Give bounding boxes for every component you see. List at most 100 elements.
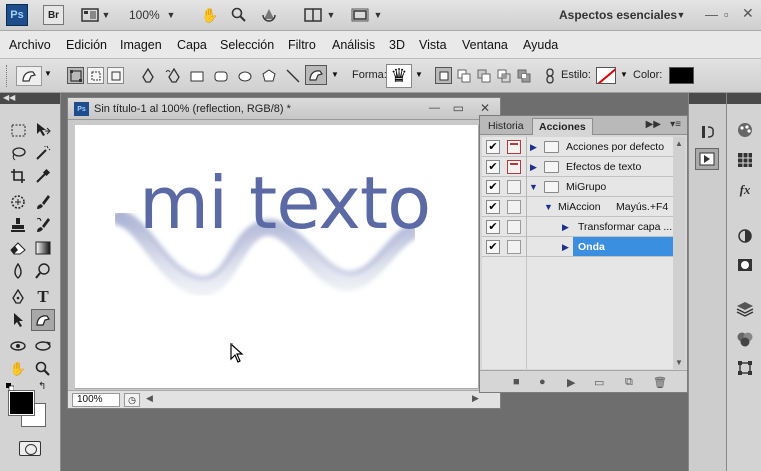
maximize-icon[interactable]: ▫ xyxy=(724,7,729,22)
menu-3d[interactable]: 3D xyxy=(389,38,405,52)
panel-collapse-icon[interactable]: ▶▶ xyxy=(646,119,661,130)
scroll-right-icon[interactable]: ▶ xyxy=(472,393,479,404)
document-tab[interactable]: Ps Sin título-1 al 100% (reflection, RGB… xyxy=(68,98,500,120)
row-checkbox[interactable]: ✔ xyxy=(486,140,500,154)
new-action-icon[interactable]: ⧉ xyxy=(625,376,633,389)
history-brush-icon[interactable] xyxy=(32,215,54,235)
color-swatch[interactable] xyxy=(669,67,694,84)
brush-icon[interactable] xyxy=(32,192,54,212)
play-icon[interactable]: ▶ xyxy=(567,376,575,389)
zoom-tool-icon[interactable] xyxy=(32,359,54,379)
collapse-triangle-icon[interactable]: ▼ xyxy=(544,202,553,212)
panel-menu-icon[interactable]: ▾≡ xyxy=(670,119,681,130)
row-checkbox[interactable]: ✔ xyxy=(486,160,500,174)
masks-panel-icon[interactable] xyxy=(733,254,757,276)
bridge-button[interactable]: Br xyxy=(43,5,64,25)
color-panel-icon[interactable] xyxy=(733,119,757,141)
screen-mode-icon[interactable] xyxy=(350,6,370,24)
tool-preset-picker-icon[interactable] xyxy=(16,66,42,86)
canvas-text[interactable]: mi texto xyxy=(139,167,431,239)
action-set-row[interactable]: ✔ ▶ Acciones por defecto xyxy=(482,137,673,157)
custom-shape-tool-icon[interactable] xyxy=(31,309,55,331)
add-to-shape-icon[interactable] xyxy=(455,67,472,84)
hand-tool-icon[interactable]: ✋ xyxy=(7,359,29,379)
styles-panel-icon[interactable]: fx xyxy=(733,179,757,201)
expand-triangle-icon[interactable]: ▶ xyxy=(530,142,537,153)
action-set-row[interactable]: ✔ ▼ MiGrupo xyxy=(482,177,673,197)
rounded-rectangle-icon[interactable] xyxy=(212,67,229,84)
minimize-icon[interactable]: — xyxy=(705,7,718,22)
custom-shape-icon[interactable] xyxy=(305,65,327,85)
pen-tool-icon[interactable] xyxy=(139,67,156,84)
style-picker[interactable] xyxy=(596,67,616,84)
row-checkbox[interactable]: ✔ xyxy=(486,180,500,194)
link-icon[interactable] xyxy=(541,67,558,84)
type-tool-icon[interactable]: T xyxy=(32,287,54,307)
shape-layers-button[interactable] xyxy=(67,67,84,84)
lasso-icon[interactable] xyxy=(7,143,29,163)
3d-rotate-icon[interactable] xyxy=(7,336,29,356)
collapse-panel-icon[interactable]: ◀◀ xyxy=(3,93,15,102)
default-colors-icon[interactable] xyxy=(6,382,15,392)
dock-header[interactable] xyxy=(727,93,761,104)
close-icon[interactable]: ✕ xyxy=(742,5,754,22)
action-set-row[interactable]: ✔ ▶ Efectos de texto xyxy=(482,157,673,177)
hand-icon[interactable]: ✋ xyxy=(200,6,220,24)
spot-healing-icon[interactable] xyxy=(7,192,29,212)
action-step-row[interactable]: ✔ ▶ Onda xyxy=(482,237,673,257)
dock-header[interactable] xyxy=(689,93,726,104)
workspace-chevron-icon[interactable]: ▼ xyxy=(676,6,686,24)
collapse-triangle-icon[interactable]: ▼ xyxy=(529,182,538,192)
rectangular-marquee-icon[interactable] xyxy=(7,120,29,140)
rectangle-shape-icon[interactable] xyxy=(188,67,205,84)
menu-vista[interactable]: Vista xyxy=(419,38,447,52)
actions-scrollbar[interactable]: ▲ ▼ xyxy=(673,137,685,369)
menu-ayuda[interactable]: Ayuda xyxy=(523,38,558,52)
adjustments-panel-icon[interactable] xyxy=(733,225,757,247)
menu-analisis[interactable]: Análisis xyxy=(332,38,375,52)
expand-triangle-icon[interactable]: ▶ xyxy=(562,242,569,253)
tab-history[interactable]: Historia xyxy=(482,118,530,135)
tab-actions[interactable]: Acciones xyxy=(532,118,593,135)
status-info-icon[interactable]: ◷ xyxy=(124,393,140,407)
scroll-left-icon[interactable]: ◀ xyxy=(146,393,153,404)
menu-filtro[interactable]: Filtro xyxy=(288,38,316,52)
polygon-shape-icon[interactable] xyxy=(260,67,277,84)
history-panel-icon[interactable] xyxy=(696,121,720,143)
move-tool-icon[interactable] xyxy=(32,120,54,140)
zoom-icon[interactable] xyxy=(229,6,249,24)
crop-icon[interactable] xyxy=(7,166,29,186)
menu-seleccion[interactable]: Selección xyxy=(220,38,274,52)
rotate-view-icon[interactable] xyxy=(259,6,279,24)
eraser-icon[interactable] xyxy=(7,238,29,258)
dialog-toggle-icon[interactable] xyxy=(507,220,521,234)
fill-pixels-button[interactable] xyxy=(107,67,124,84)
3d-orbit-icon[interactable] xyxy=(32,336,54,356)
dialog-toggle-icon[interactable] xyxy=(507,180,521,194)
zoom-chevron-icon[interactable]: ▼ xyxy=(166,6,176,24)
paths-button[interactable] xyxy=(87,67,104,84)
row-checkbox[interactable]: ✔ xyxy=(486,240,500,254)
zoom-field[interactable]: 100% xyxy=(72,393,120,407)
doc-minimize-icon[interactable]: — xyxy=(429,102,440,114)
exclude-shape-icon[interactable] xyxy=(515,67,532,84)
new-set-icon[interactable]: ▭ xyxy=(594,376,604,389)
swap-colors-icon[interactable]: ↰ xyxy=(38,381,46,392)
subtract-shape-icon[interactable] xyxy=(475,67,492,84)
stop-icon[interactable]: ■ xyxy=(513,376,520,388)
menu-edicion[interactable]: Edición xyxy=(66,38,107,52)
zoom-level[interactable]: 100% xyxy=(129,8,160,22)
freeform-pen-icon[interactable] xyxy=(164,67,181,84)
magic-wand-icon[interactable] xyxy=(32,143,54,163)
gradient-icon[interactable] xyxy=(32,238,54,258)
scroll-up-icon[interactable]: ▲ xyxy=(675,139,683,148)
doc-close-icon[interactable]: ✕ xyxy=(480,101,490,115)
layers-panel-icon[interactable] xyxy=(733,298,757,320)
swatches-panel-icon[interactable] xyxy=(733,149,757,171)
canvas[interactable]: mi texto xyxy=(75,125,479,389)
trash-icon[interactable]: 🗑 xyxy=(653,376,667,389)
preset-chevron-icon[interactable]: ▼ xyxy=(44,69,52,78)
dialog-toggle-icon[interactable] xyxy=(507,160,521,174)
actions-panel-icon[interactable] xyxy=(695,148,719,170)
options-grip[interactable] xyxy=(6,65,8,87)
